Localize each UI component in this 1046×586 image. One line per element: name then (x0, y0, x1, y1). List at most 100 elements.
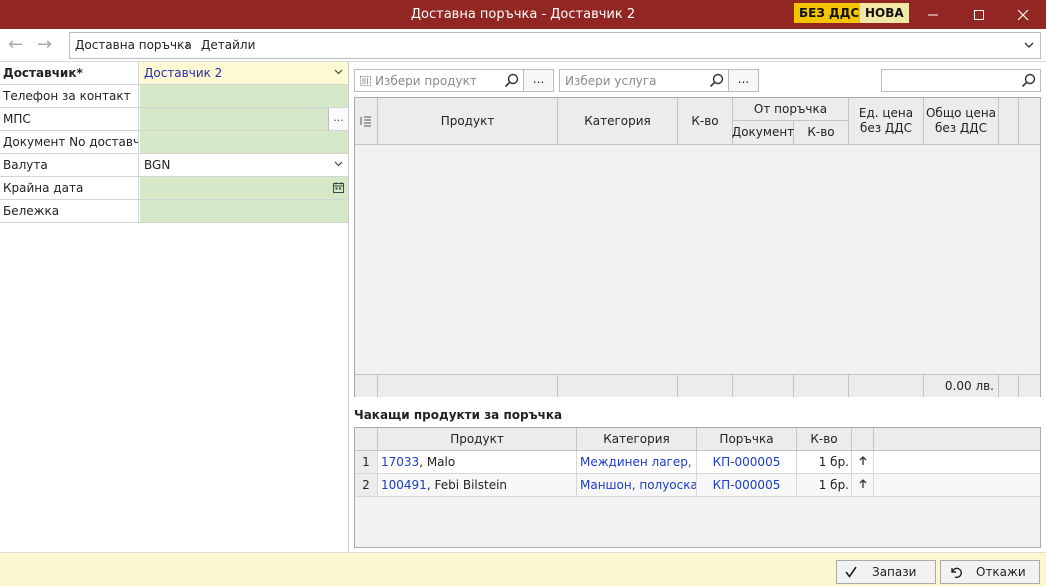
details-pane: Избери продукт ... Избери услуга ... Про… (350, 62, 1046, 552)
col-category-header[interactable]: Категория (558, 98, 678, 144)
col-extra2-header (1019, 98, 1040, 144)
docno-label: Документ No доставчик (0, 131, 139, 153)
supplier-select[interactable]: Доставчик 2 (140, 62, 348, 84)
col-document-header[interactable]: Документ (732, 121, 794, 144)
cancel-button[interactable]: Откажи (940, 560, 1040, 584)
supplier-value: Доставчик 2 (144, 66, 223, 80)
chevron-down-icon[interactable] (1024, 42, 1034, 49)
pending-products-grid[interactable]: Продукт Категория Поръчка К-во 1 17033, … (354, 427, 1041, 548)
footer-cell (1019, 374, 1040, 397)
note-label: Бележка (0, 200, 139, 222)
supplier-row: Доставчик* Доставчик 2 (0, 62, 348, 85)
product-code-link[interactable]: 17033 (381, 455, 419, 469)
close-button[interactable] (1000, 0, 1046, 29)
category-link[interactable]: Маншон, полуоска (577, 474, 697, 496)
col-product-header[interactable]: Продукт (378, 98, 558, 144)
due-date-label: Крайна дата (0, 177, 139, 199)
search-icon[interactable] (504, 73, 519, 88)
col-extra-header (999, 98, 1019, 144)
footer-cell (849, 374, 924, 397)
product-search-input[interactable]: Избери продукт (354, 69, 524, 92)
product-browse-button[interactable]: ... (523, 69, 554, 92)
navigation-bar: ← → Доставна поръчка › Детайли (0, 29, 1046, 62)
currency-row: Валута BGN (0, 154, 348, 177)
breadcrumb-root[interactable]: Доставна поръчка (75, 38, 192, 52)
close-icon (1017, 9, 1029, 20)
arrow-up-icon (859, 479, 866, 488)
breadcrumb[interactable]: Доставна поръчка › Детайли (69, 32, 1041, 59)
col-total-header[interactable]: Общо цена без ДДС (924, 98, 999, 144)
category-link[interactable]: Междинен лагер, п... (577, 451, 697, 473)
maximize-icon (974, 9, 984, 20)
service-browse-button[interactable]: ... (728, 69, 759, 92)
product-search-placeholder: Избери продукт (375, 74, 477, 88)
footer-cell (558, 374, 678, 397)
footer-cell (678, 374, 733, 397)
note-field[interactable] (140, 200, 348, 222)
maximize-button[interactable] (956, 0, 1002, 29)
pending-row[interactable]: 1 17033, Malo Междинен лагер, п... КП-00… (355, 451, 1040, 474)
column-chooser-button[interactable] (355, 98, 378, 144)
currency-select[interactable]: BGN (140, 154, 348, 176)
add-to-order-button[interactable] (852, 451, 874, 473)
product-code-link[interactable]: 100491 (381, 478, 427, 492)
col-unit-price-header[interactable]: Ед. цена без ДДС (849, 98, 924, 144)
search-icon[interactable] (1021, 73, 1036, 88)
order-link[interactable]: КП-000005 (697, 474, 797, 496)
docno-field[interactable] (140, 131, 348, 153)
row-number: 1 (355, 451, 378, 473)
order-lines-grid[interactable]: Продукт Категория К-во От поръчка Докуме… (354, 97, 1041, 397)
note-row: Бележка (0, 200, 348, 223)
forward-arrow-icon[interactable]: → (37, 36, 52, 54)
add-to-order-button[interactable] (852, 474, 874, 496)
pending-col-fill-header (874, 428, 1040, 451)
footer-cell (355, 374, 378, 397)
pending-col-qty-header[interactable]: К-во (797, 428, 852, 451)
search-icon[interactable] (709, 73, 724, 88)
arrow-up-icon (859, 456, 866, 465)
pending-col-product-header[interactable]: Продукт (378, 428, 577, 451)
pending-qty: 1 бр. (797, 451, 852, 473)
col-qty-header[interactable]: К-во (678, 98, 733, 144)
breadcrumb-separator-icon: › (185, 38, 190, 52)
chevron-down-icon[interactable] (328, 154, 348, 176)
chevron-down-icon[interactable] (328, 62, 348, 84)
status-badge: НОВА (860, 3, 909, 23)
vat-badge: БЕЗ ДДС (794, 3, 865, 23)
grid-filter-input[interactable] (881, 69, 1041, 92)
col-unit-price-line1: Ед. цена (858, 106, 914, 120)
calendar-icon[interactable] (328, 177, 348, 199)
supplier-label: Доставчик* (0, 62, 139, 84)
service-search-placeholder: Избери услуга (565, 74, 657, 88)
service-search-input[interactable]: Избери услуга (559, 69, 729, 92)
row-number-header (355, 428, 378, 451)
pending-col-category-header[interactable]: Категория (577, 428, 697, 451)
footer-cell (999, 374, 1019, 397)
phone-label: Телефон за контакт (0, 85, 139, 107)
product-name: , Febi Bilstein (426, 478, 508, 492)
minimize-icon (928, 14, 938, 15)
due-date-field[interactable] (140, 177, 348, 199)
phone-field[interactable] (140, 85, 348, 107)
back-arrow-icon[interactable]: ← (8, 36, 23, 54)
footer-cell (733, 374, 794, 397)
mps-browse-button[interactable]: ... (328, 108, 348, 130)
pending-col-order-header[interactable]: Поръчка (697, 428, 797, 451)
pending-qty: 1 бр. (797, 474, 852, 496)
footer-cell (378, 374, 558, 397)
save-button[interactable]: Запази (836, 560, 936, 584)
phone-row: Телефон за контакт (0, 85, 348, 108)
grid-divider (355, 144, 1040, 145)
order-link[interactable]: КП-000005 (697, 451, 797, 473)
checkmark-icon (845, 566, 857, 578)
header-form: Доставчик* Доставчик 2 Телефон за контак… (0, 62, 349, 552)
minimize-button[interactable] (910, 0, 956, 29)
pending-row[interactable]: 2 100491, Febi Bilstein Маншон, полуоска… (355, 474, 1040, 497)
col-total-line2: без ДДС (934, 121, 988, 135)
column-list-icon (360, 116, 371, 127)
due-date-row: Крайна дата (0, 177, 348, 200)
pending-col-action-header (852, 428, 874, 451)
col-order-qty-header[interactable]: К-во (794, 121, 849, 144)
footer-cell (794, 374, 849, 397)
mps-field[interactable]: ... (140, 108, 348, 130)
